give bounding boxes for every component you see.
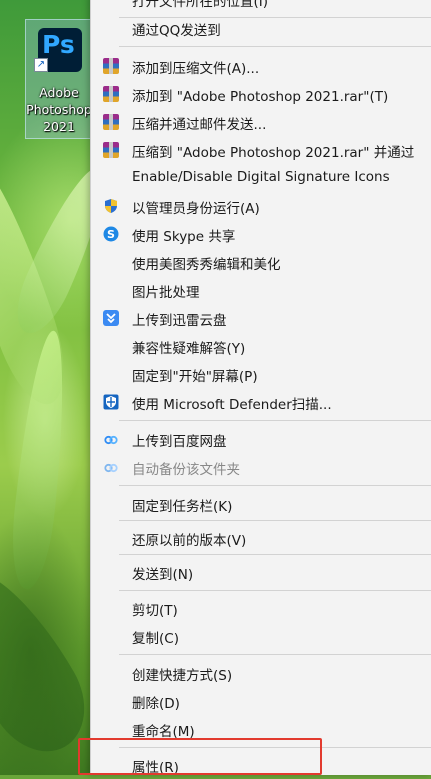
- winrar-icon: [103, 58, 119, 74]
- menu-item-open-file-location[interactable]: 打开文件所在的位置(I): [91, 0, 431, 13]
- skype-icon: S: [103, 226, 119, 242]
- menu-item-label: 上传到百度网盘: [132, 434, 227, 450]
- wallpaper-leaf: [0, 550, 104, 770]
- menu-separator: [119, 420, 431, 421]
- menu-item-label: 压缩并通过邮件发送...: [132, 117, 267, 133]
- defender-icon: [103, 394, 119, 410]
- menu-item-label: 压缩到 "Adobe Photoshop 2021.rar" 并通过: [132, 145, 415, 161]
- menu-item-label: 固定到任务栏(K): [132, 499, 233, 515]
- properties-highlight-box: [78, 738, 322, 775]
- menu-item-label: 兼容性疑难解答(Y): [132, 341, 246, 357]
- winrar-icon: [103, 86, 119, 102]
- svg-text:S: S: [107, 228, 115, 241]
- menu-item-label: 重命名(M): [132, 724, 195, 740]
- xunlei-icon: [103, 310, 119, 326]
- menu-item-add-to-named-rar[interactable]: 添加到 "Adobe Photoshop 2021.rar"(T): [91, 80, 431, 108]
- menu-item-label: 以管理员身份运行(A): [132, 201, 260, 217]
- menu-item-defender-scan[interactable]: 使用 Microsoft Defender扫描...: [91, 388, 431, 416]
- photoshop-glyph: Ps: [42, 30, 75, 59]
- menu-item-label: 通过QQ发送到: [132, 23, 221, 39]
- menu-item-send-to[interactable]: 发送到(N): [91, 558, 431, 586]
- winrar-icon: [103, 114, 119, 130]
- menu-item-label: 创建快捷方式(S): [132, 668, 233, 684]
- menu-item-batch-image-process[interactable]: 图片批处理: [91, 276, 431, 304]
- menu-separator: [119, 590, 431, 591]
- shortcut-arrow-icon: ↗: [34, 58, 48, 72]
- menu-item-label: 固定到"开始"屏幕(P): [132, 369, 258, 385]
- menu-item-add-to-archive[interactable]: 添加到压缩文件(A)...: [91, 52, 431, 80]
- menu-item-label: 剪切(T): [132, 603, 178, 619]
- menu-item-label: 删除(D): [132, 696, 180, 712]
- menu-separator: [119, 485, 431, 486]
- menu-item-label: 发送到(N): [132, 567, 194, 583]
- baidu-netdisk-icon: [103, 459, 119, 475]
- menu-separator: [119, 520, 431, 521]
- menu-item-label: 复制(C): [132, 631, 179, 647]
- menu-item-run-as-admin[interactable]: 以管理员身份运行(A): [91, 192, 431, 220]
- menu-item-label: 上传到迅雷云盘: [132, 313, 227, 329]
- menu-separator: [119, 46, 431, 47]
- menu-item-upload-xunlei[interactable]: 上传到迅雷云盘: [91, 304, 431, 332]
- menu-item-restore-previous-versions[interactable]: 还原以前的版本(V): [91, 524, 431, 552]
- context-menu: 打开文件所在的位置(I) 通过QQ发送到 添加到压缩文件(A)... 添加到 "…: [90, 0, 431, 776]
- menu-item-label: 使用 Skype 共享: [132, 229, 236, 245]
- desktop-icon-label-line3: 2021: [43, 119, 75, 134]
- menu-item-meitu-edit[interactable]: 使用美图秀秀编辑和美化: [91, 248, 431, 276]
- menu-item-label: 使用美图秀秀编辑和美化: [132, 257, 281, 273]
- desktop-icon-label-line2: Photoshop: [26, 102, 92, 117]
- menu-item-delete[interactable]: 删除(D): [91, 687, 431, 715]
- menu-item-label: 图片批处理: [132, 285, 200, 301]
- menu-item-label: 使用 Microsoft Defender扫描...: [132, 397, 332, 413]
- menu-item-label: Enable/Disable Digital Signature Icons: [132, 169, 390, 185]
- menu-item-label: 添加到压缩文件(A)...: [132, 61, 260, 77]
- desktop-icon-label-line1: Adobe: [39, 85, 79, 100]
- uac-shield-icon: [103, 198, 119, 214]
- menu-item-copy[interactable]: 复制(C): [91, 622, 431, 650]
- menu-item-label: 打开文件所在的位置(I): [132, 0, 269, 10]
- menu-item-cut[interactable]: 剪切(T): [91, 594, 431, 622]
- desktop-icon-label: Adobe Photoshop 2021: [26, 84, 92, 135]
- menu-item-auto-backup-folder[interactable]: 自动备份该文件夹: [91, 453, 431, 481]
- menu-item-compress-and-email[interactable]: 压缩并通过邮件发送...: [91, 108, 431, 136]
- menu-item-label: 自动备份该文件夹: [132, 462, 240, 478]
- menu-separator: [119, 554, 431, 555]
- menu-separator: [119, 654, 431, 655]
- menu-item-pin-to-start[interactable]: 固定到"开始"屏幕(P): [91, 360, 431, 388]
- baidu-netdisk-icon: [103, 431, 119, 447]
- photoshop-desktop-icon[interactable]: Ps ↗ Adobe Photoshop 2021: [25, 19, 93, 139]
- menu-item-send-via-qq[interactable]: 通过QQ发送到: [91, 14, 431, 42]
- menu-item-upload-baidu[interactable]: 上传到百度网盘: [91, 425, 431, 453]
- menu-item-share-with-skype[interactable]: S 使用 Skype 共享: [91, 220, 431, 248]
- menu-item-compress-to-rar-and-email[interactable]: 压缩到 "Adobe Photoshop 2021.rar" 并通过: [91, 136, 431, 164]
- menu-item-compatibility-troubleshoot[interactable]: 兼容性疑难解答(Y): [91, 332, 431, 360]
- menu-item-create-shortcut[interactable]: 创建快捷方式(S): [91, 659, 431, 687]
- menu-item-label: 添加到 "Adobe Photoshop 2021.rar"(T): [132, 89, 389, 105]
- menu-item-digital-signature-icons[interactable]: Enable/Disable Digital Signature Icons: [91, 164, 431, 192]
- menu-item-pin-to-taskbar[interactable]: 固定到任务栏(K): [91, 490, 431, 518]
- winrar-icon: [103, 142, 119, 158]
- menu-item-label: 还原以前的版本(V): [132, 533, 247, 549]
